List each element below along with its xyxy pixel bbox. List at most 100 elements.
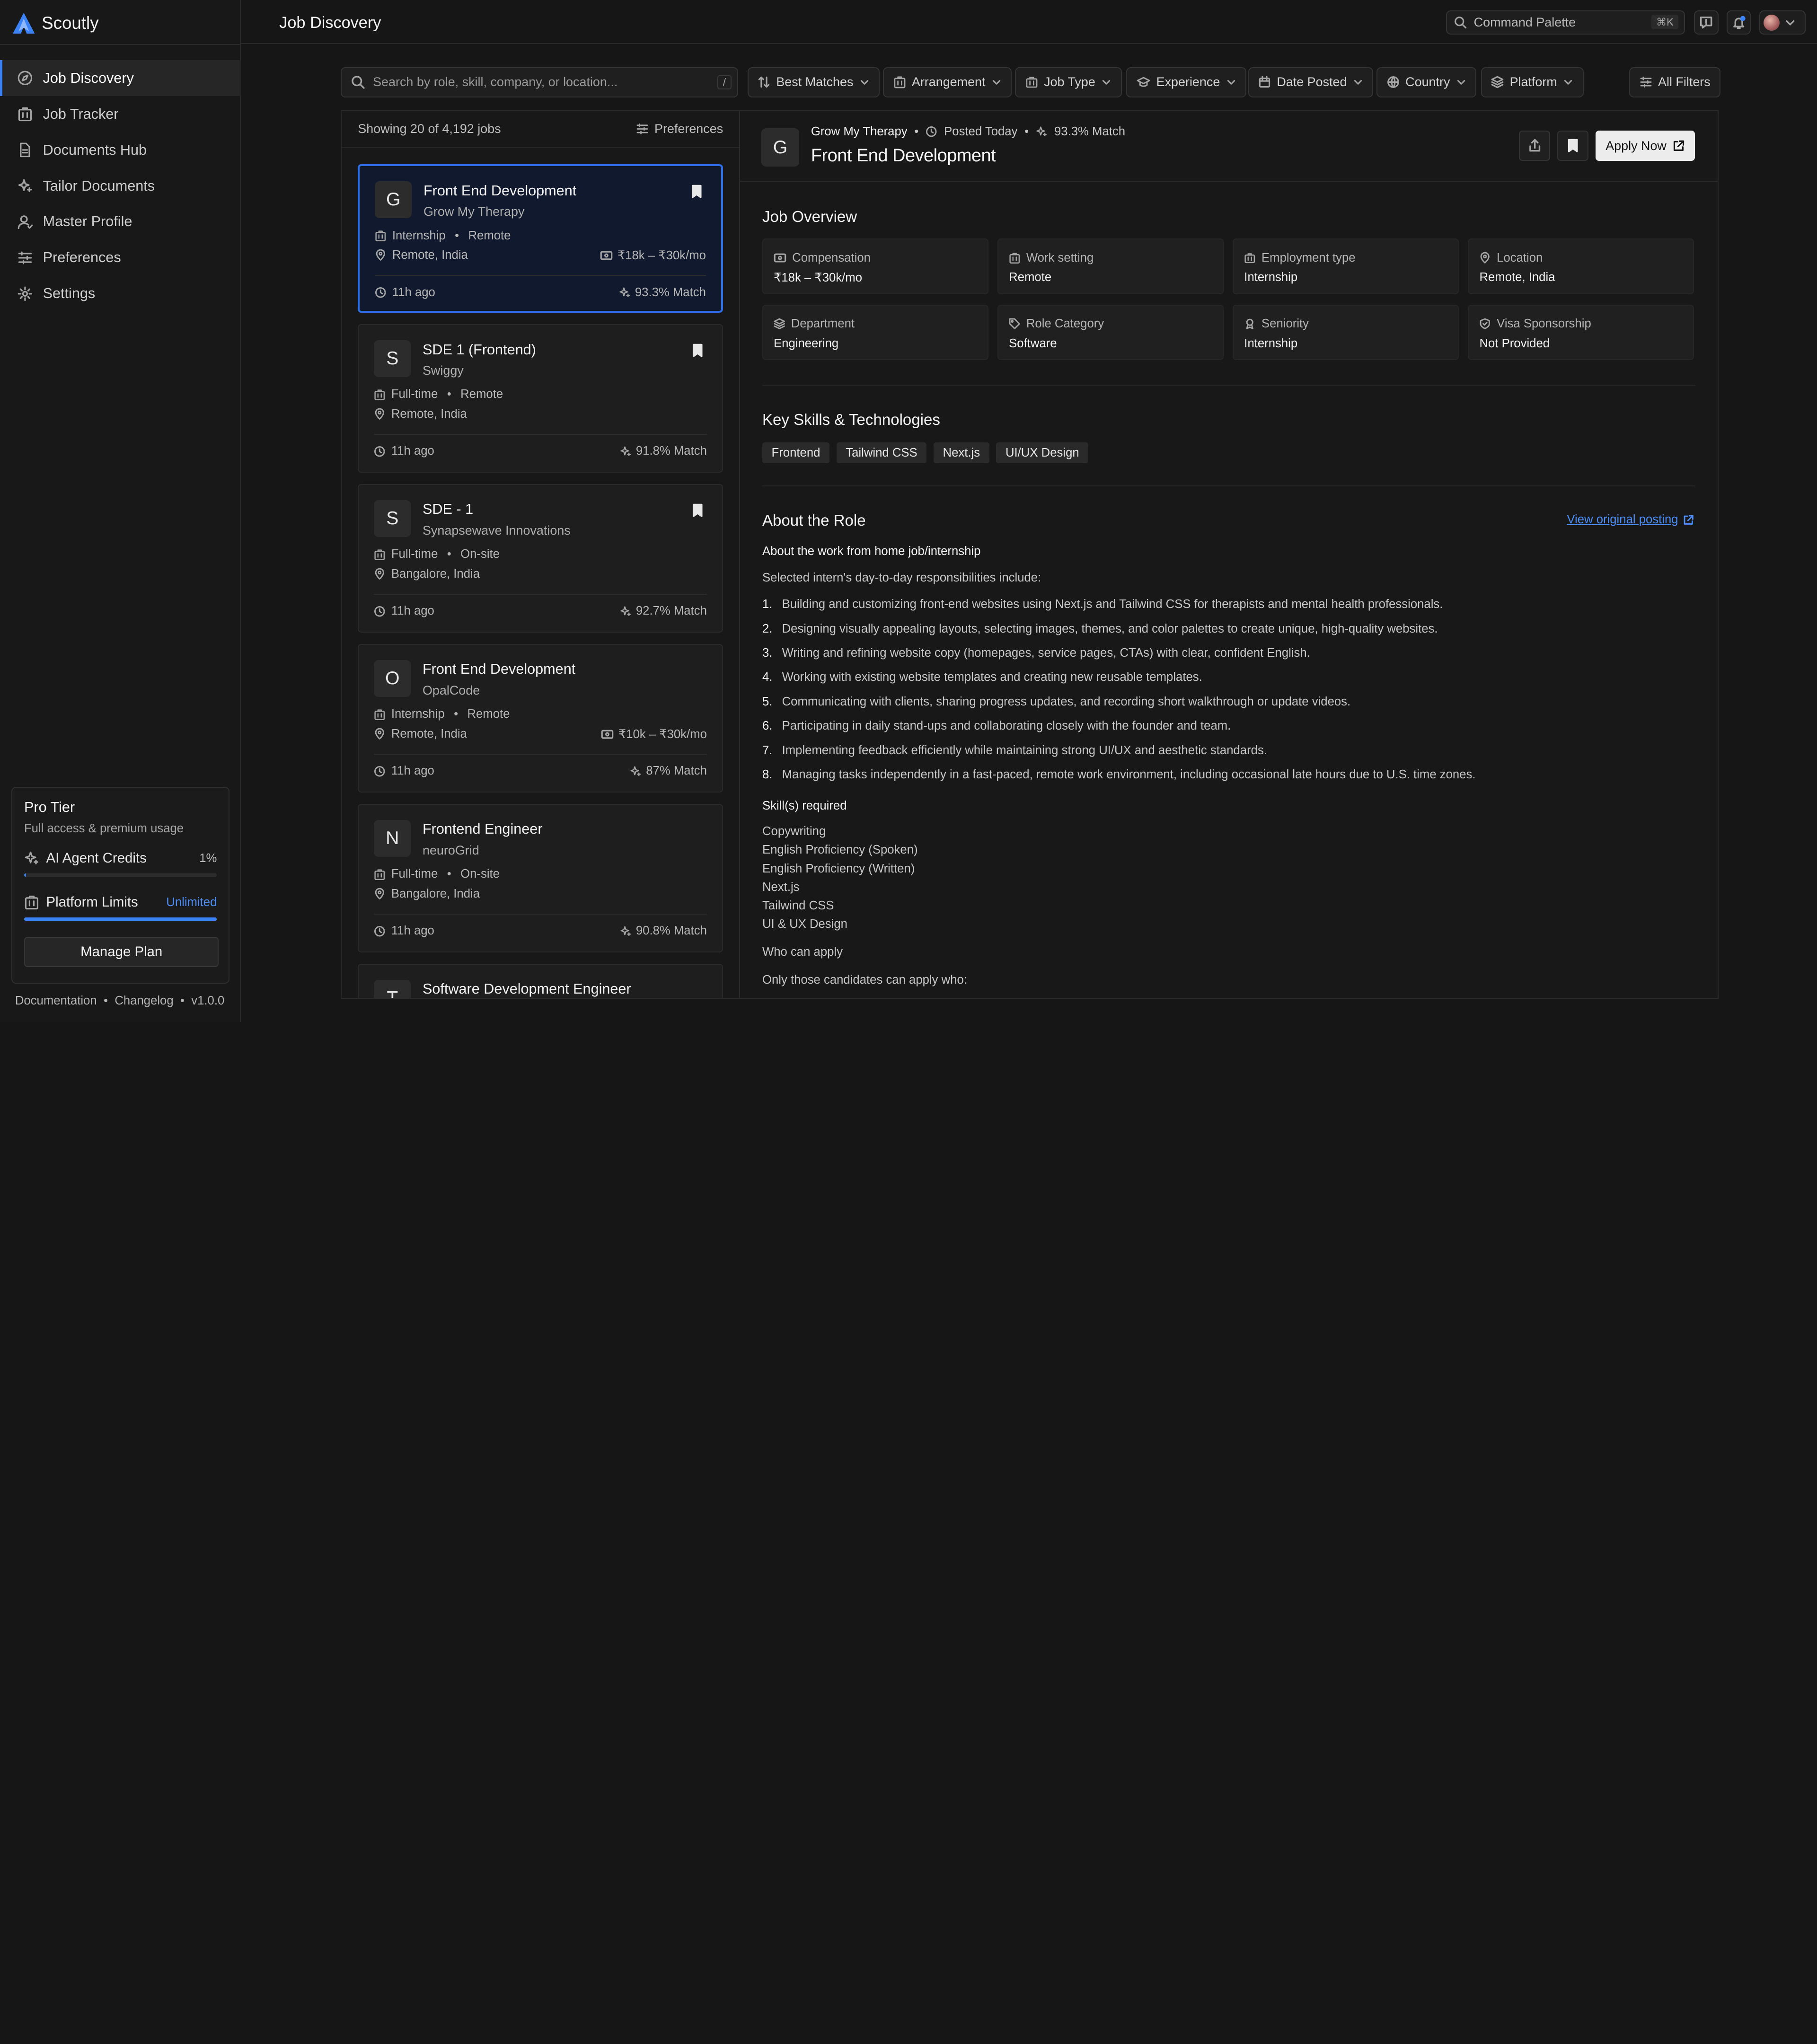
job-card[interactable]: S SDE 1 (Frontend) Swiggy Full-time • Re… [358,324,723,473]
job-card[interactable]: N Frontend Engineer neuroGrid Full-time … [358,804,723,952]
job-card[interactable]: S SDE - 1 Synapsewave Innovations Full-t… [358,484,723,633]
sidebar-item-tailor-documents[interactable]: Tailor Documents [0,168,241,204]
filter-platform[interactable]: Platform [1481,67,1584,97]
credits-value: 1% [199,851,217,865]
share-button[interactable] [1519,131,1551,161]
share-icon [1528,139,1542,152]
limits-label: Platform Limits [46,894,138,910]
app-window: Scoutly Job Discovery Job Tracker Docume… [0,0,1817,1022]
manage-plan-button[interactable]: Manage Plan [24,937,219,968]
shield-icon [1479,318,1491,330]
overview-value: Internship [1244,336,1298,350]
banknote-icon [774,253,786,263]
filter-arrangement[interactable]: Arrangement [883,67,1012,97]
job-title: Front End Development [422,661,576,678]
notifications-button[interactable] [1727,10,1751,35]
sparkles-icon [620,925,631,937]
list-item: Next.js [762,880,800,894]
filter-date-posted[interactable]: Date Posted [1248,67,1374,97]
sidebar-item-settings[interactable]: Settings [0,276,241,312]
feedback-button[interactable] [1694,10,1719,35]
match-score: 92.7% Match [635,604,707,618]
job-salary: ₹10k – ₹30k/mo [618,728,707,741]
results-count: Showing 20 of 4,192 jobs [358,122,501,136]
pin-icon [374,568,385,580]
job-card[interactable]: T Software Development Engineer [358,964,723,998]
bookmark-icon[interactable] [692,344,703,358]
card-divider [374,914,707,915]
sidebar-item-job-tracker[interactable]: Job Tracker [0,96,241,132]
overview-employment-type: Employment type Internship [1233,238,1459,294]
banknote-icon [601,729,614,740]
chevron-down-icon [1353,77,1363,88]
job-salary: ₹18k – ₹30k/mo [617,249,706,263]
list-item: English Proficiency (Spoken) [762,843,918,857]
detail-match: 93.3% Match [1054,125,1126,139]
sidebar-item-documents-hub[interactable]: Documents Hub [0,132,241,168]
sidebar-item-job-discovery[interactable]: Job Discovery [0,60,241,97]
who-can-apply-text: Only those candidates can apply who: [762,973,967,987]
sidebar-item-preferences[interactable]: Preferences [0,240,241,276]
message-icon [1699,16,1713,29]
command-palette-button[interactable]: Command Palette ⌘K [1446,10,1685,35]
filter-country[interactable]: Country [1376,67,1477,97]
app-name: Scoutly [42,13,99,33]
company-name: Synapsewave Innovations [422,523,571,538]
company-name: Grow My Therapy [423,204,525,219]
external-link-icon [1683,514,1694,526]
search-box[interactable]: Search by role, skill, company, or locat… [341,67,738,97]
sparkles-icon [630,766,641,777]
overview-value: ₹18k – ₹30k/mo [774,271,863,285]
chevron-down-icon [991,77,1002,88]
filter-experience[interactable]: Experience [1126,67,1247,97]
search-input[interactable]: Search by role, skill, company, or locat… [373,75,617,89]
building-icon [24,895,39,910]
job-location: Remote, India [391,727,467,741]
overview-value: Internship [1244,271,1298,284]
bookmark-button[interactable] [1557,131,1589,161]
sidebar-footer: Documentation • Changelog • v1.0.0 [15,994,224,1008]
list-item: 4. Working with existing website template… [762,670,1476,695]
app-logo[interactable]: Scoutly [12,11,99,35]
clock-icon [374,446,385,457]
user-icon [18,214,33,229]
skill-chip: Frontend [762,442,830,464]
changelog-link[interactable]: Changelog [115,994,173,1007]
bookmark-icon[interactable] [692,503,703,518]
all-filters-button[interactable]: All Filters [1629,67,1721,97]
sort-icon [758,76,770,88]
company-name: OpalCode [422,683,480,697]
sidebar-item-label: Job Discovery [43,70,134,86]
overview-label: Compensation [792,251,871,264]
building-icon [374,549,385,560]
apply-now-button[interactable]: Apply Now [1595,131,1695,161]
compass-icon [18,70,33,86]
job-arrangement: Remote [460,388,503,401]
preferences-button[interactable]: Preferences [636,122,723,136]
chevron-down-icon [1226,77,1236,88]
filter-job-type[interactable]: Job Type [1015,67,1122,97]
building-icon [374,709,385,720]
filter-best-matches[interactable]: Best Matches [747,67,880,97]
sparkles-icon [620,446,631,457]
pin-icon [1479,252,1491,264]
command-shortcut: ⌘K [1651,15,1678,30]
footer-separator: • [104,994,108,1008]
documentation-link[interactable]: Documentation [15,994,97,1007]
about-intro: Selected intern's day-to-day responsibil… [762,571,1041,584]
job-type: Full-time [391,547,438,561]
view-original-link[interactable]: View original posting [1567,513,1694,527]
company-avatar: O [374,660,411,697]
badge-icon [1244,318,1255,330]
sidebar-item-master-profile[interactable]: Master Profile [0,204,241,240]
job-title: Software Development Engineer [422,981,631,997]
filter-label: Country [1405,75,1450,89]
overview-seniority: Seniority Internship [1233,304,1459,361]
limits-progress [24,917,217,921]
job-card[interactable]: G Front End Development Grow My Therapy … [358,164,723,313]
sliders-icon [18,250,33,265]
bookmark-icon[interactable] [691,185,702,199]
job-card[interactable]: O Front End Development OpalCode Interns… [358,644,723,793]
user-menu-button[interactable] [1759,10,1806,35]
bell-icon [1732,16,1746,29]
